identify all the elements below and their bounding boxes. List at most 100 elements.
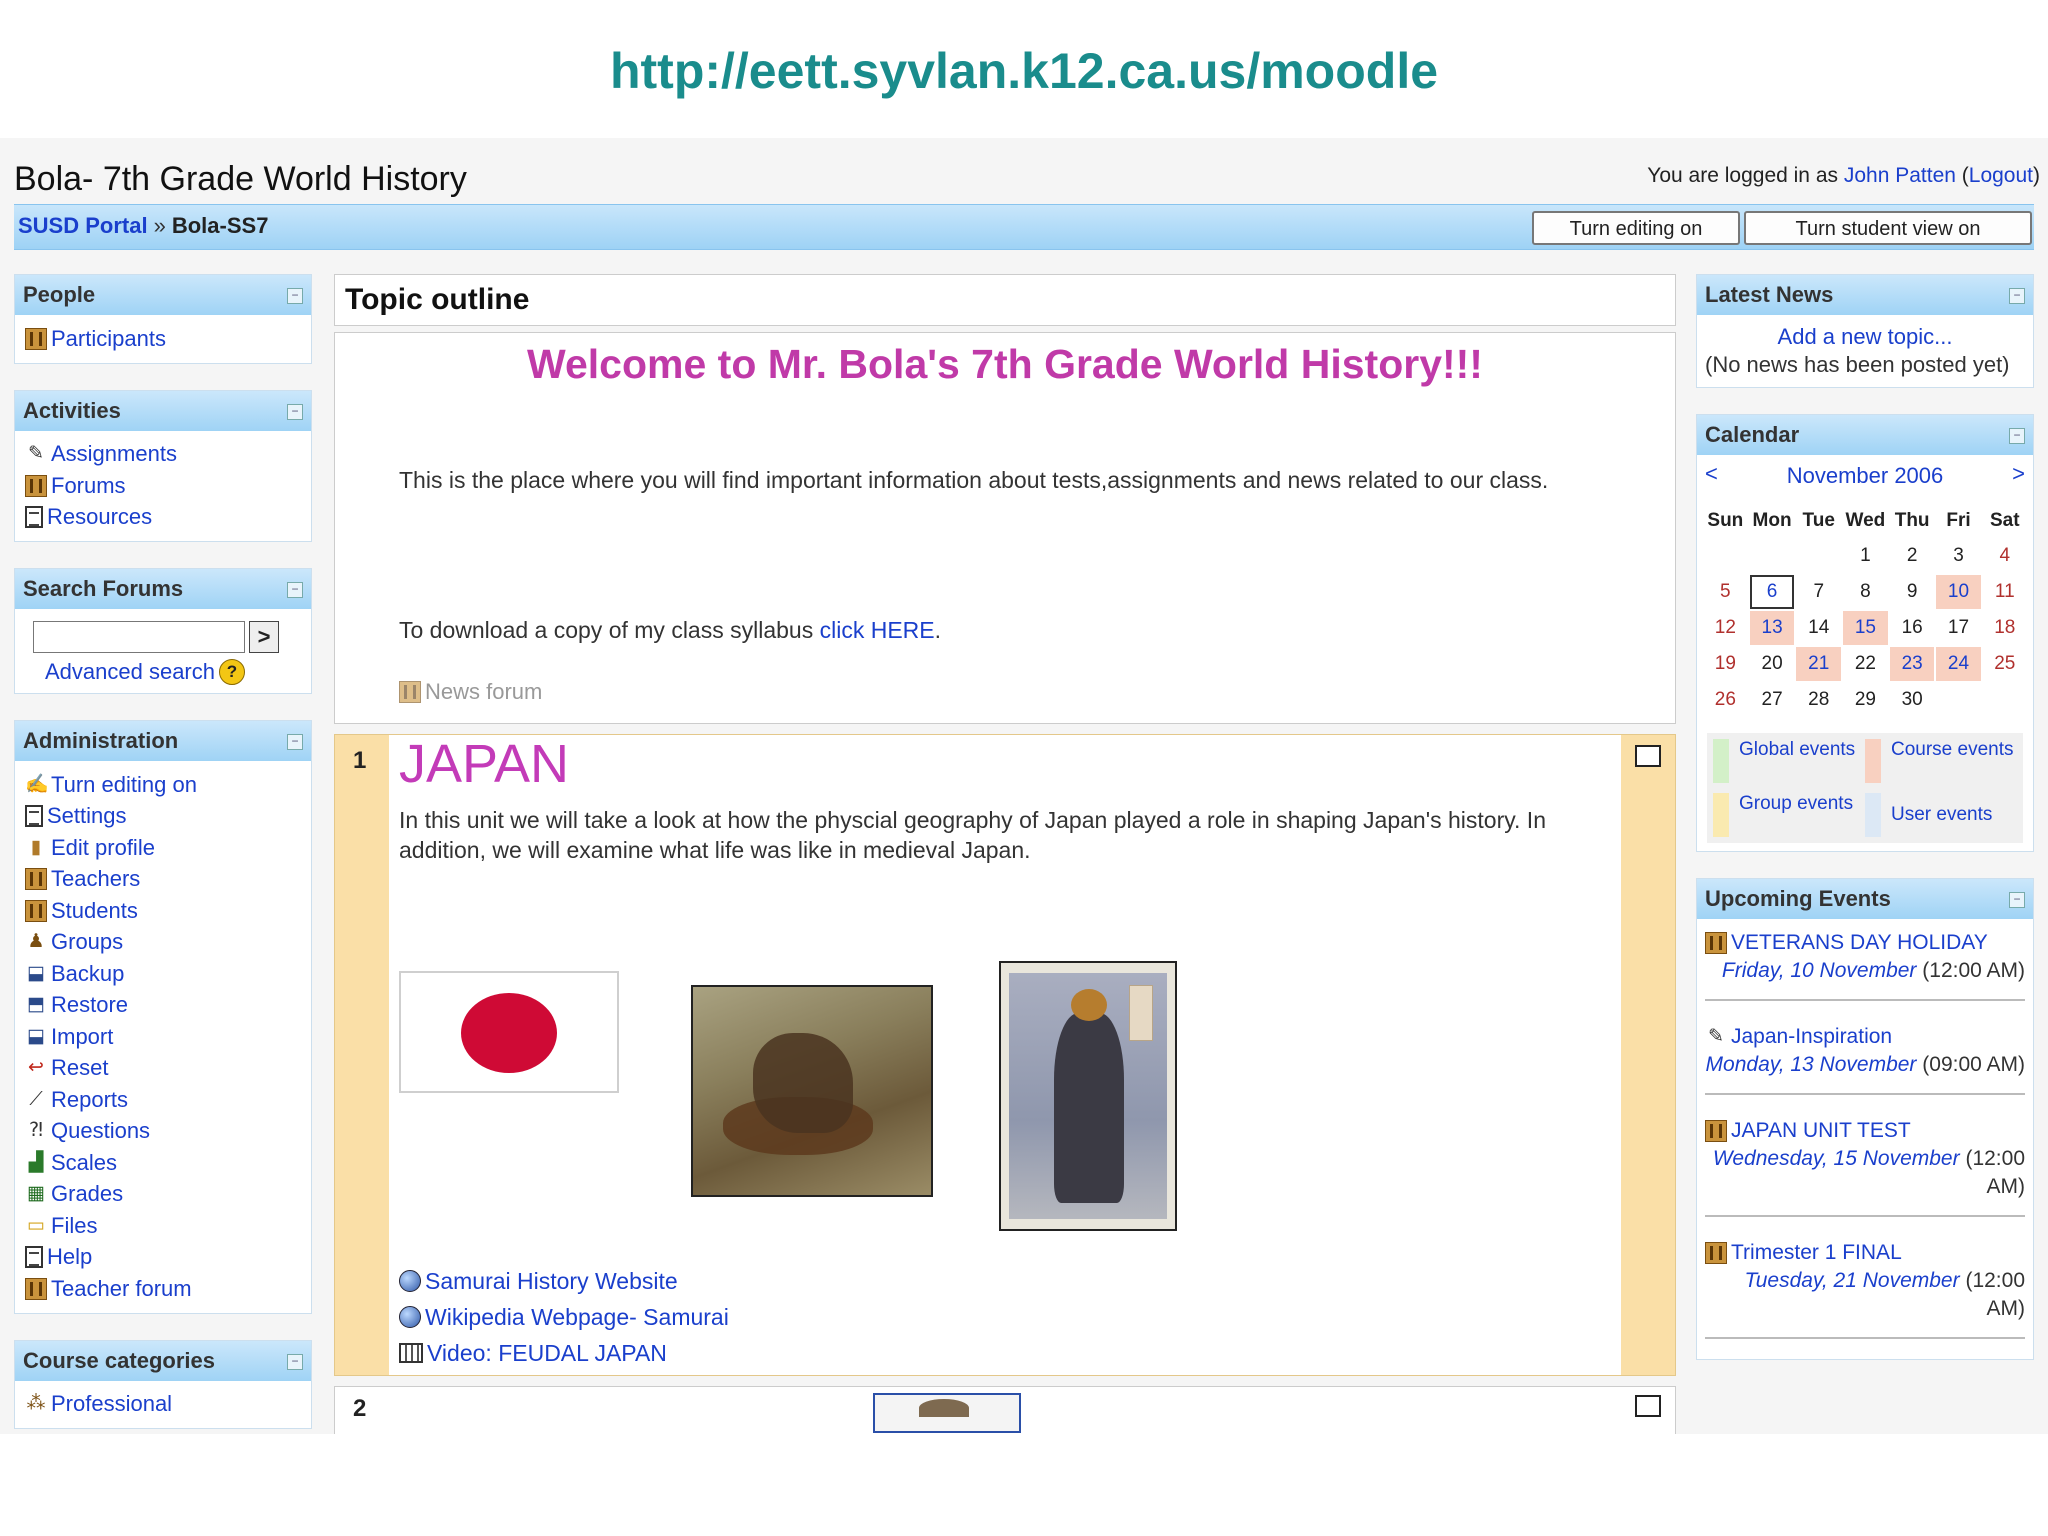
admin-help-link[interactable]: Help <box>25 1242 303 1274</box>
group-events-toggle[interactable]: Group events <box>1713 793 1865 837</box>
admin-questions-link[interactable]: ⁈ Questions <box>25 1116 303 1148</box>
calendar-day[interactable]: 24 <box>1936 647 1981 681</box>
calendar-month-link[interactable]: November 2006 <box>1697 463 2033 489</box>
admin-grades-link[interactable]: ▦ Grades <box>25 1179 303 1211</box>
edit-icon: ✍ <box>25 773 49 795</box>
admin-students-link[interactable]: Students <box>25 895 303 927</box>
admin-restore-link[interactable]: ⬒ Restore <box>25 990 303 1022</box>
search-go-button[interactable]: > <box>249 621 279 653</box>
section-links: Samurai History Website Wikipedia Webpag… <box>399 1263 729 1371</box>
globe-icon <box>399 1270 421 1292</box>
section-number: 1 <box>353 747 367 774</box>
main-content: Topic outline Welcome to Mr. Bola's 7th … <box>334 274 1676 1434</box>
calendar-day[interactable]: 10 <box>1936 575 1981 609</box>
user-link[interactable]: John Patten <box>1844 164 1956 187</box>
block-title: Latest News <box>1705 282 1834 307</box>
admin-reports-link[interactable]: ⟋ Reports <box>25 1084 303 1116</box>
turn-editing-on-button[interactable]: Turn editing on <box>1532 211 1740 245</box>
admin-settings-link[interactable]: Settings <box>25 801 303 833</box>
syllabus-link[interactable]: click HERE <box>820 617 935 643</box>
admin-teacher-forum-link[interactable]: Teacher forum <box>25 1273 303 1305</box>
admin-turn-editing-link[interactable]: ✍ Turn editing on <box>25 769 303 801</box>
admin-edit-profile-link[interactable]: ▮ Edit profile <box>25 832 303 864</box>
navbar: SUSD Portal» Bola-SS7 Turn editing on Tur… <box>14 204 2034 250</box>
calendar-day[interactable]: 23 <box>1889 647 1935 681</box>
minus-icon[interactable]: − <box>2009 428 2025 444</box>
minus-icon[interactable]: − <box>287 734 303 750</box>
slide-url-heading: http://eett.syvlan.k12.ca.us/moodle <box>609 43 1439 99</box>
search-forums-input[interactable] <box>33 621 245 653</box>
calendar-day[interactable]: 13 <box>1749 611 1795 645</box>
feudal-japan-video-link[interactable]: Video: FEUDAL JAPAN <box>399 1335 729 1371</box>
minus-icon[interactable]: − <box>287 288 303 304</box>
news-forum-link[interactable]: News forum <box>399 679 542 705</box>
highlight-toggle-checkbox[interactable] <box>1635 745 1661 767</box>
course-categories-block: Course categories − ⁂ Professional <box>14 1339 312 1429</box>
event-date: Tuesday, 21 November <box>1744 1269 1960 1292</box>
advanced-search-link[interactable]: Advanced search <box>45 659 215 685</box>
forums-link[interactable]: Forums <box>25 470 303 502</box>
add-new-topic-link[interactable]: Add a new topic... <box>1778 324 1953 349</box>
syllabus-text: To download a copy of my class syllabus … <box>399 617 941 643</box>
people-icon <box>1705 1120 1727 1142</box>
activities-block: Activities − ✎ Assignments Forums Resource… <box>14 389 312 542</box>
event-link[interactable]: Trimester 1 FINAL <box>1731 1239 1902 1267</box>
admin-scales-link[interactable]: ▟ Scales <box>25 1147 303 1179</box>
participants-link[interactable]: Participants <box>25 323 303 355</box>
wikipedia-samurai-link[interactable]: Wikipedia Webpage- Samurai <box>399 1299 729 1335</box>
globe-icon <box>399 1306 421 1328</box>
calendar-day[interactable]: 6 <box>1749 575 1795 609</box>
forum-icon <box>399 681 421 703</box>
global-events-toggle[interactable]: Global events <box>1713 739 1865 783</box>
grades-icon: ▦ <box>27 1183 45 1205</box>
event-item: VETERANS DAY HOLIDAY Friday, 10 November… <box>1705 923 2025 1001</box>
logout-link[interactable]: Logout <box>1969 164 2033 187</box>
calendar-legend: Global events Course events Group events… <box>1707 733 2023 843</box>
calendar-day[interactable]: 21 <box>1796 647 1841 681</box>
calendar-day: 29 <box>1854 689 1876 710</box>
category-icon: ⁂ <box>26 1393 46 1415</box>
profile-icon: ▮ <box>30 836 42 858</box>
topic-outline-header: Topic outline <box>334 274 1676 326</box>
admin-import-link[interactable]: ⬓ Import <box>25 1021 303 1053</box>
calendar-day[interactable]: 15 <box>1842 611 1888 645</box>
highlight-toggle-checkbox[interactable] <box>1635 1395 1661 1417</box>
event-link[interactable]: Japan-Inspiration <box>1731 1023 1892 1051</box>
event-link[interactable]: VETERANS DAY HOLIDAY <box>1731 929 1988 957</box>
block-title: Search Forums <box>23 576 184 601</box>
assignments-link[interactable]: ✎ Assignments <box>25 439 303 471</box>
section-description: In this unit we will take a look at how … <box>399 807 1546 863</box>
samurai-warrior-image <box>999 961 1177 1231</box>
user-events-toggle[interactable]: User events <box>1865 793 2017 837</box>
admin-reset-link[interactable]: ↩ Reset <box>25 1053 303 1085</box>
assignment-icon: ✎ <box>1708 1026 1724 1047</box>
course-events-toggle[interactable]: Course events <box>1865 739 2017 783</box>
assignment-icon: ✎ <box>28 443 44 465</box>
calendar-day: 19 <box>1714 653 1736 674</box>
minus-icon[interactable]: − <box>287 1353 303 1370</box>
category-professional-link[interactable]: ⁂ Professional <box>25 1389 303 1421</box>
admin-groups-link[interactable]: ♟ Groups <box>25 927 303 959</box>
samurai-history-website-link[interactable]: Samurai History Website <box>399 1263 729 1299</box>
admin-backup-link[interactable]: ⬓ Backup <box>25 958 303 990</box>
minus-icon[interactable]: − <box>287 403 303 420</box>
minus-icon[interactable]: − <box>2009 892 2025 908</box>
calendar-block: Calendar − < November 2006 > Sun Mon Tue Wed… <box>1696 414 2034 852</box>
section-title: JAPAN <box>399 734 570 794</box>
turn-student-view-on-button[interactable]: Turn student view on <box>1744 211 2032 245</box>
resources-link[interactable]: Resources <box>25 502 303 534</box>
minus-icon[interactable]: − <box>287 582 303 598</box>
calendar-day: 8 <box>1860 581 1871 602</box>
breadcrumb-current: Bola-SS7 <box>171 213 269 238</box>
help-icon[interactable]: ? <box>219 659 245 685</box>
calendar-day: 28 <box>1808 689 1830 710</box>
admin-teachers-link[interactable]: Teachers <box>25 864 303 896</box>
minus-icon[interactable]: − <box>2009 288 2025 304</box>
next-month-link[interactable]: > <box>2012 461 2025 487</box>
event-link[interactable]: JAPAN UNIT TEST <box>1731 1117 1911 1145</box>
weekday-header: Thu <box>1894 510 1930 531</box>
admin-files-link[interactable]: ▭ Files <box>25 1210 303 1242</box>
login-info: You are logged in as John Patten (Logout… <box>1647 164 2040 187</box>
breadcrumb-portal-link[interactable]: SUSD Portal <box>18 213 148 238</box>
samurai-horse-image <box>691 985 933 1197</box>
